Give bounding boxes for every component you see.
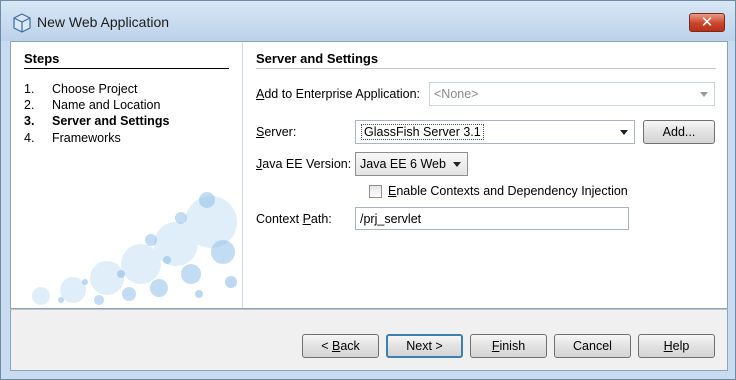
panel-heading: Server and Settings [256,51,379,66]
step-number: 3. [24,114,35,128]
step-item-current: 3. Server and Settings [24,114,169,128]
steps-heading: Steps [24,51,60,66]
next-button[interactable]: Next > [386,334,463,358]
steps-divider [24,68,229,69]
step-item: 4. Frameworks [24,131,121,145]
step-label: Server and Settings [52,114,170,128]
step-item: 2. Name and Location [24,98,160,112]
step-label: Choose Project [52,82,138,96]
context-path-label: Context Path: [256,212,332,226]
enterprise-application-value: <None> [434,87,479,101]
chevron-down-icon [453,162,461,167]
button-bar: < Back Next > Finish Cancel Help [10,309,728,371]
javaee-version-select[interactable]: Java EE 6 Web [355,152,468,176]
server-label: Server: [256,125,297,139]
javaee-version-value: Java EE 6 Web [360,157,446,171]
step-item: 1. Choose Project [24,82,137,96]
add-server-button[interactable]: Add... [643,120,715,144]
enable-cdi-label[interactable]: Enable Contexts and Dependency Injection [388,184,628,198]
close-icon: ✕ [700,13,714,31]
title-bar: New Web Application ✕ [1,1,735,41]
steps-panel: Steps 1. Choose Project 2. Name and Locati… [11,42,242,308]
javaee-version-label: Java EE Version: [256,157,352,171]
dialog-window: New Web Application ✕ Steps 1. Choose Pro… [0,0,736,380]
finish-button[interactable]: Finish [470,334,547,358]
enable-cdi-checkbox[interactable] [369,185,382,198]
decorative-bubbles-image [32,192,237,305]
chevron-down-icon[interactable] [620,130,628,135]
panel-divider [256,68,716,69]
context-path-input[interactable]: /prj_servlet [355,207,629,230]
wizard-content: Steps 1. Choose Project 2. Name and Locati… [10,41,728,309]
step-number: 2. [24,98,35,112]
chevron-down-icon [700,92,708,97]
server-select[interactable]: GlassFish Server 3.1 [355,120,635,144]
enterprise-label: Add to Enterprise Application: [256,87,420,101]
step-label: Name and Location [52,98,161,112]
close-button[interactable]: ✕ [689,13,725,32]
step-number: 4. [24,131,35,145]
help-button[interactable]: Help [638,334,715,358]
enterprise-application-select[interactable]: <None> [429,82,715,106]
context-path-value: /prj_servlet [360,212,422,226]
netbeans-cube-icon [13,13,31,33]
step-label: Frameworks [52,131,121,145]
window-title: New Web Application [37,14,170,30]
step-number: 1. [24,82,35,96]
back-button[interactable]: < Back [302,334,379,358]
cancel-button[interactable]: Cancel [554,334,631,358]
server-value: GlassFish Server 3.1 [361,124,484,140]
settings-panel: Server and Settings Add to Enterprise Ap… [243,42,727,308]
